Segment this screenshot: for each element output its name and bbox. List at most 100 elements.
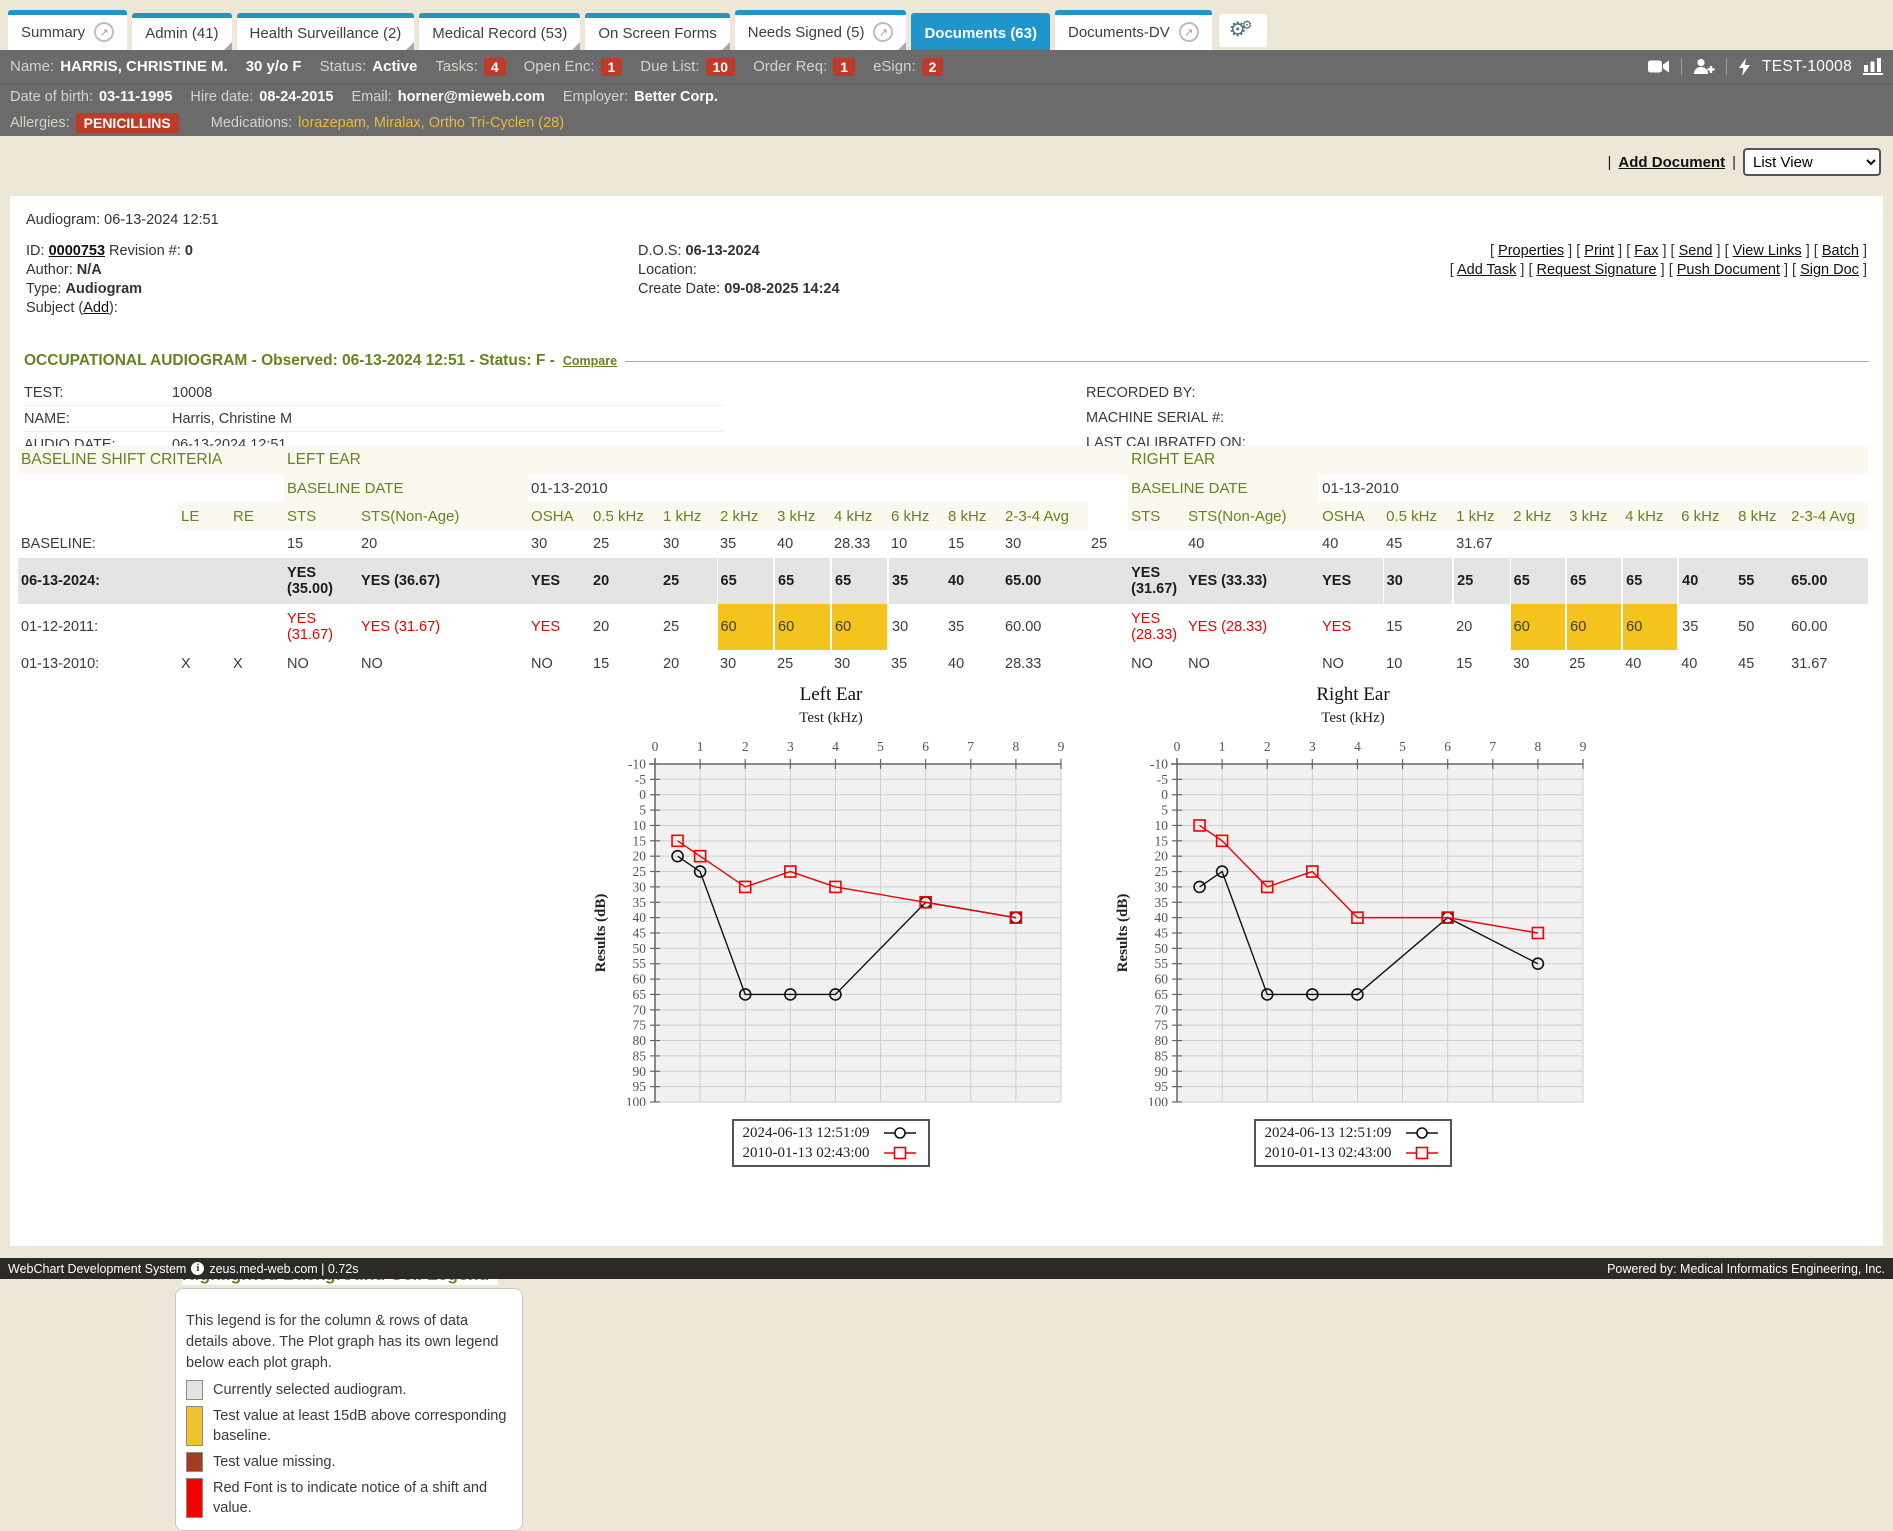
tab-fold-corner: [406, 42, 414, 50]
col-header: 4 kHz: [831, 502, 888, 530]
col-header: 3 kHz: [774, 502, 831, 530]
row-label: 01-13-2010:: [18, 650, 178, 678]
charts-region: Highlighted Background Cell Legend This …: [10, 684, 1883, 1244]
properties-link[interactable]: Properties: [1498, 243, 1564, 259]
value-cell: X: [230, 650, 284, 678]
fax-link[interactable]: Fax: [1634, 243, 1658, 259]
value-cell: [1622, 530, 1678, 558]
right-ear-title: RIGHT EAR: [1128, 446, 1868, 474]
col-header: 2 kHz: [1510, 502, 1566, 530]
tab-needs-signed-5[interactable]: Needs Signed (5)↗: [735, 10, 907, 50]
svg-text:30: 30: [1155, 879, 1169, 894]
field-label: Due List:: [640, 58, 699, 75]
count-badge[interactable]: 2: [922, 58, 944, 76]
tab-fold-corner: [898, 42, 906, 50]
external-link-icon[interactable]: ↗: [873, 22, 893, 42]
col-header: 6 kHz: [1678, 502, 1735, 530]
subject-add-link[interactable]: Add: [83, 300, 109, 316]
value-cell: 40: [1678, 558, 1735, 604]
add-document-link[interactable]: Add Document: [1618, 154, 1725, 171]
value-cell: YES (36.67): [358, 558, 528, 604]
send-link[interactable]: Send: [1679, 243, 1713, 259]
tab-on-screen-forms[interactable]: On Screen Forms: [585, 13, 729, 50]
sign-doc-link[interactable]: Sign Doc: [1800, 262, 1859, 278]
add-task-link[interactable]: Add Task: [1457, 262, 1516, 278]
batch-link[interactable]: Batch: [1822, 243, 1859, 259]
value-cell: [178, 604, 230, 650]
tab-summary[interactable]: Summary↗: [8, 10, 127, 50]
patient-header-row-1: Name:HARRIS, CHRISTINE M.30 y/o FStatus:…: [0, 50, 1893, 84]
svg-text:70: 70: [633, 1002, 647, 1017]
external-link-icon[interactable]: ↗: [94, 22, 114, 42]
legend-item: Test value missing.: [186, 1452, 512, 1472]
add-user-icon[interactable]: [1693, 58, 1715, 75]
request-signature-link[interactable]: Request Signature: [1537, 262, 1657, 278]
table-row[interactable]: 01-13-2010:XXNONONO1520302530354028.33NO…: [18, 650, 1868, 678]
svg-text:100: 100: [1148, 1095, 1169, 1107]
value-cell: 20: [358, 530, 528, 558]
value-cell: 55: [1735, 558, 1788, 604]
value-cell: 15: [945, 530, 1002, 558]
value-cell: 65: [831, 558, 888, 604]
value-cell: 25: [1566, 650, 1622, 678]
field-label: Tasks:: [435, 58, 478, 75]
push-document-link[interactable]: Push Document: [1677, 262, 1780, 278]
tab-admin-41[interactable]: Admin (41): [132, 13, 231, 50]
document-action-bar: | Add Document | List View: [1608, 148, 1881, 176]
audiogram-plot: 0123456789-10-50510152025303540455055606…: [591, 734, 1071, 1106]
field-value: Better Corp.: [634, 89, 718, 105]
create-date-value: 09-08-2025 14:24: [724, 281, 839, 297]
compare-link[interactable]: Compare: [563, 354, 617, 368]
view-links-link[interactable]: View Links: [1733, 243, 1802, 259]
document-id-link[interactable]: 0000753: [49, 243, 105, 259]
lightning-icon[interactable]: [1738, 58, 1751, 76]
row-label: 01-12-2011:: [18, 604, 178, 650]
tab-documents-63[interactable]: Documents (63): [911, 13, 1050, 50]
svg-text:2: 2: [742, 739, 749, 754]
table-row[interactable]: 01-12-2011:YES (31.67)YES (31.67)YES2025…: [18, 604, 1868, 650]
dos-label: D.O.S:: [638, 243, 682, 259]
settings-gear-button[interactable]: ⚙⚙: [1219, 14, 1268, 47]
external-link-icon[interactable]: ↗: [1179, 22, 1199, 42]
count-badge[interactable]: 1: [601, 58, 623, 76]
value-cell: 31.67: [1453, 530, 1510, 558]
svg-text:0: 0: [1161, 787, 1168, 802]
value-cell: 30: [1002, 530, 1088, 558]
value-cell: 40: [945, 558, 1002, 604]
count-badge[interactable]: 1: [833, 58, 855, 76]
tab-health-surveillance-2[interactable]: Health Surveillance (2): [237, 13, 415, 50]
svg-text:20: 20: [633, 849, 647, 864]
medications-list[interactable]: lorazepam, Miralax, Ortho Tri-Cyclen (28…: [298, 115, 564, 131]
highlight-legend-box: Highlighted Background Cell Legend This …: [175, 1288, 523, 1531]
view-select[interactable]: List View: [1743, 148, 1881, 176]
svg-text:95: 95: [633, 1079, 647, 1094]
col-header: 2-3-4 Avg: [1002, 502, 1088, 530]
count-badge[interactable]: 4: [484, 58, 506, 76]
plot-legend-series-name: 2010-01-13 02:43:00: [1264, 1145, 1391, 1162]
col-header: 1 kHz: [1453, 502, 1510, 530]
legend-item: Red Font is to indicate notice of a shif…: [186, 1478, 512, 1518]
count-badge[interactable]: 10: [706, 58, 736, 76]
svg-text:9: 9: [1580, 739, 1587, 754]
value-cell: 65: [1510, 558, 1566, 604]
bar-chart-icon[interactable]: [1863, 58, 1883, 75]
info-icon[interactable]: i: [191, 1262, 204, 1275]
legend-swatch: [186, 1478, 203, 1518]
header-icons: TEST-10008: [1648, 58, 1883, 76]
video-camera-icon[interactable]: [1648, 59, 1670, 74]
value-cell: 30: [831, 650, 888, 678]
tab-medical-record-53[interactable]: Medical Record (53): [419, 13, 580, 50]
table-row[interactable]: BASELINE:1520302530354028.33101530254040…: [18, 530, 1868, 558]
value-cell: 60: [1510, 604, 1566, 650]
value-cell: NO: [1319, 650, 1383, 678]
print-link[interactable]: Print: [1584, 243, 1614, 259]
table-row[interactable]: 06-13-2024:YES (35.00)YES (36.67)YES2025…: [18, 558, 1868, 604]
svg-text:-10: -10: [628, 757, 646, 772]
allergy-badge[interactable]: PENICILLINS: [76, 113, 179, 133]
value-cell: 30: [888, 604, 945, 650]
tab-documents-dv[interactable]: Documents-DV↗: [1055, 10, 1212, 50]
plot-legend-series-name: 2024-06-13 12:51:09: [742, 1125, 869, 1142]
svg-text:100: 100: [626, 1095, 647, 1107]
value-cell: [230, 530, 284, 558]
info-row: RECORDED BY:: [1086, 380, 1826, 405]
